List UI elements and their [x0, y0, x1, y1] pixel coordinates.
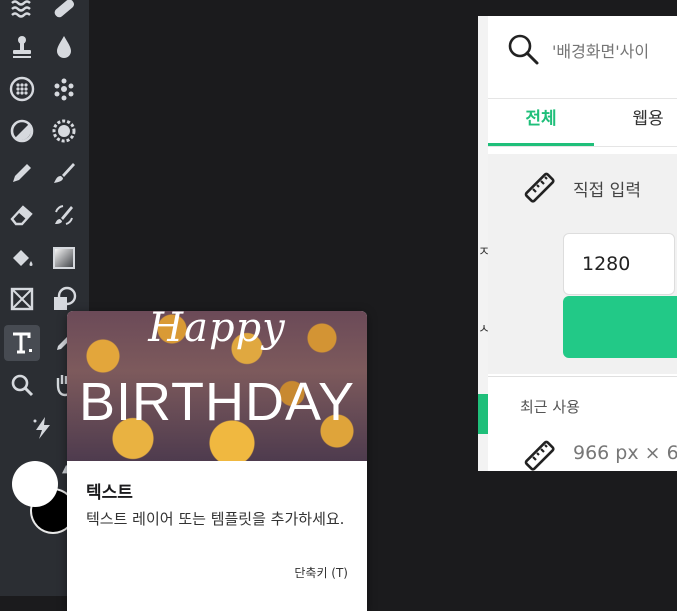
- brush-icon[interactable]: [46, 155, 82, 191]
- edge-fragment: ㅅ: [478, 322, 488, 337]
- contrast-icon[interactable]: [4, 113, 40, 149]
- search-bar: [488, 16, 677, 99]
- create-button[interactable]: [563, 296, 677, 358]
- canvas-size-panel: 전체 웹용 직접 입력 최근 사용 966 px × 6: [488, 16, 677, 471]
- paint-bucket-icon[interactable]: [4, 240, 40, 276]
- tab-all[interactable]: 전체: [488, 98, 594, 146]
- edge-green-fragment: [478, 394, 488, 434]
- gradient-icon[interactable]: [46, 240, 82, 276]
- custom-size-section: 직접 입력: [488, 154, 677, 374]
- mosaic-icon[interactable]: [4, 71, 40, 107]
- tooltip-preview-image: Happy BIRTHDAY: [67, 311, 367, 461]
- gear-sun-icon[interactable]: [46, 113, 82, 149]
- text-tool-tooltip: Happy BIRTHDAY 텍스트 텍스트 레이어 또는 템플릿을 추가하세요…: [67, 311, 367, 611]
- panel-behind-edge: ㅈ ㅅ: [478, 16, 488, 471]
- banner-birthday-text: BIRTHDAY: [78, 372, 356, 432]
- tooltip-description: 텍스트 레이어 또는 템플릿을 추가하세요.: [86, 510, 345, 528]
- bandage-icon[interactable]: [46, 0, 82, 26]
- scatter-dots-icon[interactable]: [46, 71, 82, 107]
- recent-size-text: 966 px × 6: [573, 442, 677, 464]
- tab-web[interactable]: 웹용: [598, 98, 677, 146]
- ruler-icon: [524, 172, 555, 203]
- replace-brush-icon[interactable]: [46, 197, 82, 233]
- edge-fragment: ㅈ: [478, 245, 488, 260]
- zoom-icon[interactable]: [4, 367, 40, 403]
- banner-happy-text: Happy: [148, 311, 286, 351]
- wave-filter-icon[interactable]: [4, 0, 40, 26]
- drop-icon[interactable]: [46, 29, 82, 65]
- ruler-icon: [524, 440, 555, 471]
- custom-size-label: 직접 입력: [573, 181, 641, 201]
- width-input[interactable]: [563, 233, 675, 295]
- tooltip-title: 텍스트: [86, 483, 133, 503]
- text-tool-icon[interactable]: [4, 325, 40, 361]
- size-category-tabs: 전체 웹용: [488, 98, 677, 146]
- frame-icon[interactable]: [4, 281, 40, 317]
- magic-bolt-icon[interactable]: [25, 410, 61, 446]
- eraser-icon[interactable]: [4, 197, 40, 233]
- search-input[interactable]: [552, 42, 677, 61]
- recent-used-label: 최근 사용: [520, 398, 580, 416]
- search-icon[interactable]: [506, 32, 540, 66]
- divider: [488, 376, 677, 377]
- recent-size-item[interactable]: 966 px × 6: [488, 432, 677, 471]
- divider: [488, 146, 677, 147]
- foreground-color-swatch[interactable]: [12, 461, 58, 507]
- pencil-icon[interactable]: [4, 155, 40, 191]
- stamp-icon[interactable]: [4, 29, 40, 65]
- tooltip-shortcut: 단축키 (T): [294, 566, 348, 580]
